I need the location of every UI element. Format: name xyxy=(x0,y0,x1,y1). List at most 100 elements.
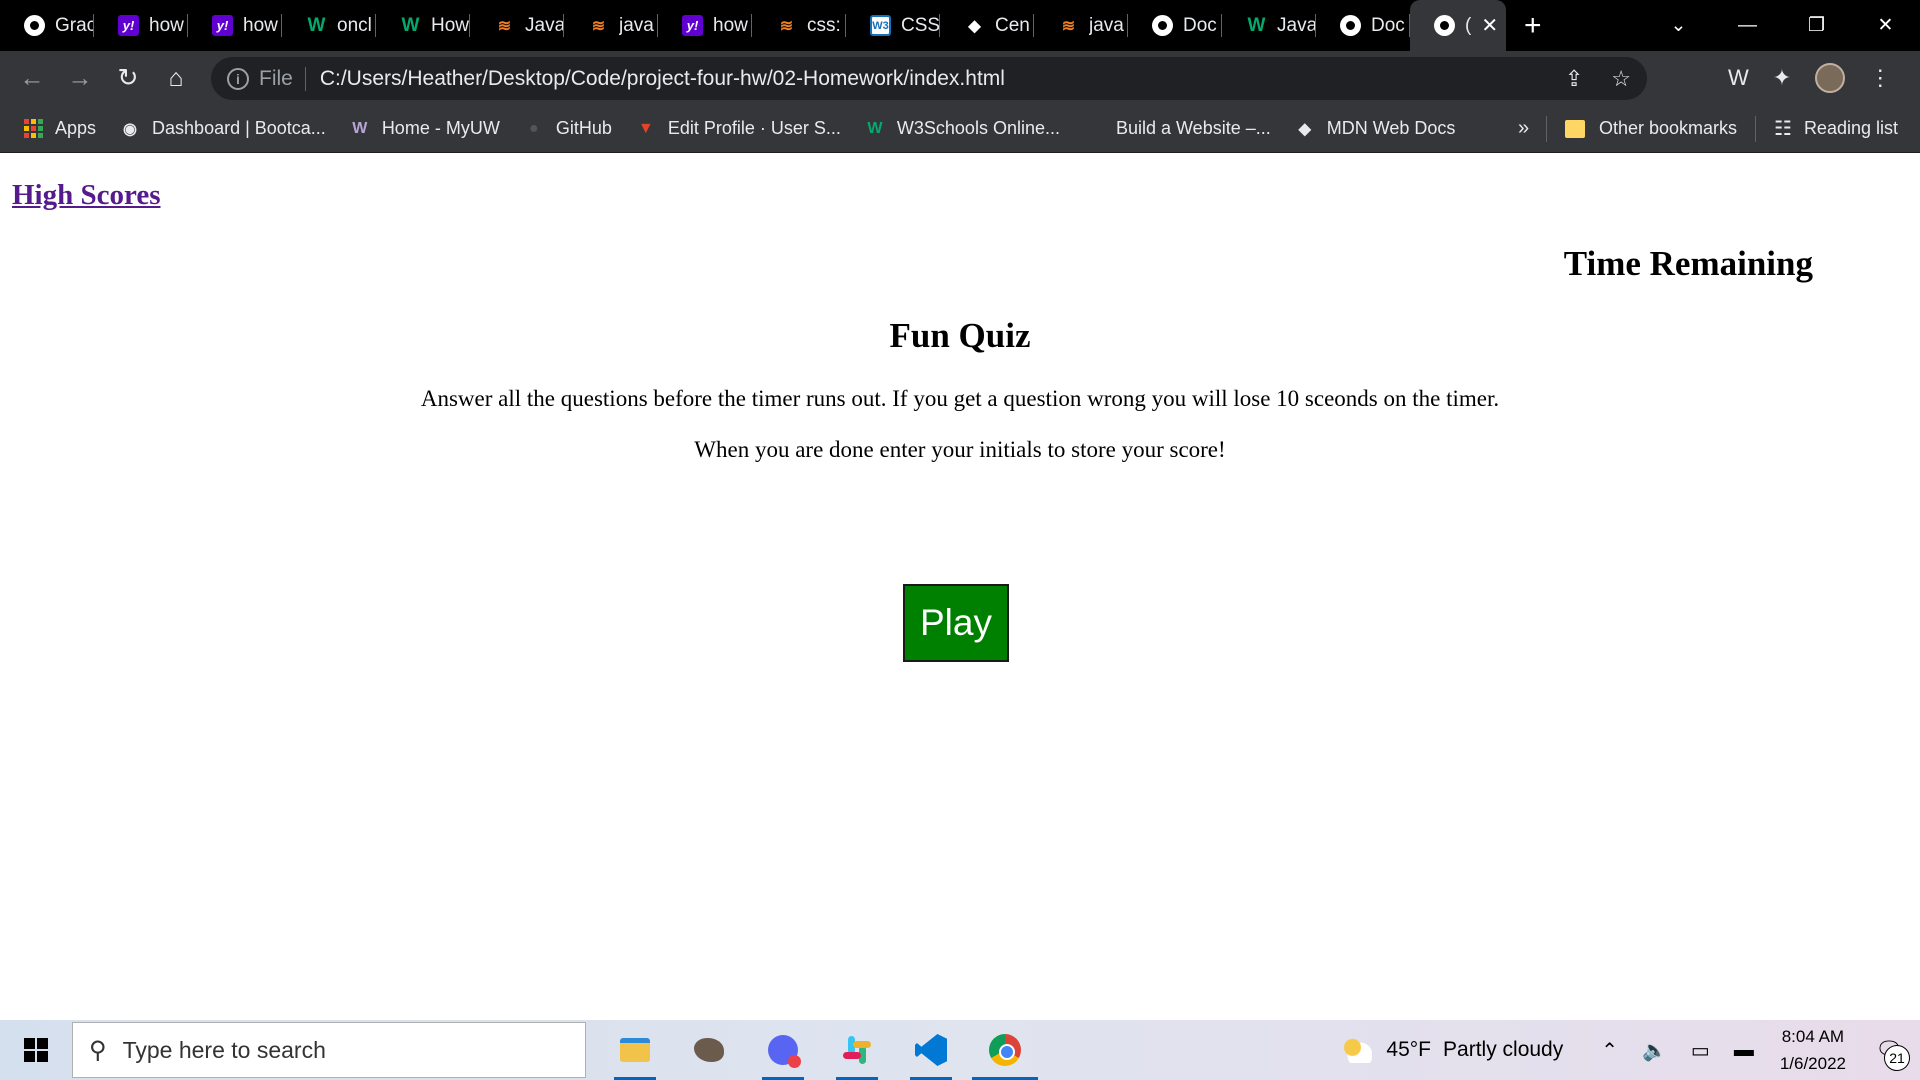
share-icon[interactable]: ⇪ xyxy=(1565,66,1583,92)
volume-icon[interactable]: 🔈 xyxy=(1642,1038,1667,1063)
notification-icon[interactable]: 🗨 21 xyxy=(1866,1027,1912,1073)
high-scores-link[interactable]: High Scores xyxy=(12,179,161,212)
reading-list[interactable]: Reading list xyxy=(1804,118,1898,139)
bookmark-separator xyxy=(1545,115,1547,142)
tab[interactable]: ≋ Java xyxy=(470,0,564,51)
home-icon[interactable]: ⌂ xyxy=(152,64,200,93)
yahoo-icon: y! xyxy=(682,15,703,36)
tab-search-icon[interactable]: ⌄ xyxy=(1644,14,1713,37)
tab[interactable]: Grac xyxy=(0,0,94,51)
profile-avatar[interactable] xyxy=(1815,63,1846,93)
tab-title: ( xyxy=(1465,14,1472,36)
battery-icon[interactable]: ▬ xyxy=(1734,1039,1754,1062)
tab-title: Doc xyxy=(1183,14,1217,36)
forward-icon[interactable]: → xyxy=(56,64,104,93)
stackoverflow-icon: ≋ xyxy=(591,17,606,35)
file-explorer-icon[interactable] xyxy=(598,1020,672,1080)
other-bookmarks[interactable]: Other bookmarks xyxy=(1599,118,1737,139)
minimize-icon[interactable]: — xyxy=(1713,15,1782,37)
extensions-puzzle-icon[interactable]: ✦ xyxy=(1773,65,1791,91)
stackoverflow-icon: ≋ xyxy=(779,17,794,35)
chrome-icon[interactable] xyxy=(968,1020,1042,1080)
bookmark-item[interactable]: ● GitHub xyxy=(524,118,612,139)
intro-text: Answer all the questions before the time… xyxy=(420,386,1500,411)
close-window-icon[interactable]: ✕ xyxy=(1851,14,1920,37)
apps-icon xyxy=(24,119,43,138)
tab[interactable]: y! how xyxy=(658,0,752,51)
tab[interactable]: ≋ css: xyxy=(752,0,846,51)
url-text[interactable]: C:/Users/Heather/Desktop/Code/project-fo… xyxy=(320,67,1005,91)
tab-title: Doc xyxy=(1371,14,1405,36)
clock[interactable]: 8:04 AM 1/6/2022 xyxy=(1780,1023,1846,1077)
bookmark-item[interactable]: Apps xyxy=(24,118,96,139)
notification-badge: 21 xyxy=(1884,1045,1910,1071)
folder-icon xyxy=(1564,119,1585,138)
tab[interactable]: y! how xyxy=(188,0,282,51)
site-info-icon[interactable]: i xyxy=(227,67,249,90)
vscode-icon[interactable] xyxy=(894,1020,968,1080)
bookmark-item[interactable]: Build a Website –... xyxy=(1084,118,1271,139)
tab-title: how xyxy=(713,14,748,36)
meet-now-icon[interactable]: ▭ xyxy=(1691,1038,1710,1063)
close-tab-icon[interactable]: ✕ xyxy=(1481,13,1498,38)
w3schools-icon: W xyxy=(1247,14,1266,36)
github-icon: ● xyxy=(528,119,539,137)
timer-heading: Time Remaining xyxy=(1563,244,1813,283)
tab-title: css: xyxy=(807,14,841,36)
bookmark-item[interactable]: ◉ Dashboard | Bootca... xyxy=(120,118,326,139)
menu-kebab-icon[interactable]: ⋮ xyxy=(1869,65,1891,91)
tab-strip: Grac y! how y! how Woncl W How ≋ Java ≋ java y! how ≋ c… xyxy=(0,0,1920,51)
tab[interactable]: Doc xyxy=(1128,0,1222,51)
tab-active[interactable]: (✕ xyxy=(1410,0,1506,51)
weather-desc[interactable]: Partly cloudy xyxy=(1443,1038,1563,1062)
discord-icon[interactable] xyxy=(746,1020,820,1080)
back-icon[interactable]: ← xyxy=(8,64,56,93)
search-placeholder: Type here to search xyxy=(122,1036,326,1063)
bookmark-star-icon[interactable]: ☆ xyxy=(1611,66,1631,92)
windows-logo-icon xyxy=(24,1038,48,1062)
wappalyzer-icon[interactable]: W xyxy=(1728,65,1749,91)
reload-icon[interactable]: ↻ xyxy=(104,63,152,93)
bookmark-item[interactable]: W Home - MyUW xyxy=(350,118,500,139)
restore-icon[interactable]: ❐ xyxy=(1782,14,1851,37)
new-tab-icon[interactable]: + xyxy=(1524,9,1542,43)
address-bar[interactable]: i File C:/Users/Heather/Desktop/Code/pro… xyxy=(211,57,1647,100)
weather-icon[interactable] xyxy=(1342,1037,1373,1063)
tab[interactable]: y! how xyxy=(94,0,188,51)
cengage-icon: ◆ xyxy=(968,17,981,35)
weather-temp[interactable]: 45°F xyxy=(1386,1038,1431,1062)
w3schools-icon: W xyxy=(401,14,420,36)
globe-icon xyxy=(1434,15,1455,36)
stackoverflow-icon: ≋ xyxy=(1061,17,1076,35)
extension-area: W ✦ ⋮ xyxy=(1728,51,1891,105)
uw-icon: W xyxy=(352,119,368,137)
yahoo-icon: y! xyxy=(118,15,139,36)
bookmark-item[interactable]: ◆ MDN Web Docs xyxy=(1295,118,1456,139)
tab[interactable]: Doc xyxy=(1316,0,1410,51)
bookmark-label: Dashboard | Bootca... xyxy=(152,118,326,138)
tab[interactable]: W Java xyxy=(1222,0,1316,51)
tab[interactable]: ≋ java xyxy=(1034,0,1128,51)
bookmark-item[interactable]: W W3Schools Online... xyxy=(865,118,1060,139)
play-button[interactable]: Play xyxy=(903,584,1009,662)
globe-icon: ◉ xyxy=(123,120,138,138)
tab[interactable]: Woncl xyxy=(282,0,376,51)
globe-icon xyxy=(24,15,45,36)
tab-list: Grac y! how y! how Woncl W How ≋ Java ≋ java y! how ≋ c… xyxy=(0,0,1506,51)
bookmark-label: Home - MyUW xyxy=(381,118,500,138)
tab[interactable]: ◆ Cen xyxy=(940,0,1034,51)
bookmarks-right: Other bookmarks ☷ Reading list xyxy=(1528,115,1898,142)
bookmark-item[interactable]: ▼ Edit Profile · User S... xyxy=(636,118,841,139)
chevron-up-icon[interactable]: ⌃ xyxy=(1601,1038,1618,1063)
tab[interactable]: W How xyxy=(376,0,470,51)
page-content: High Scores Time Remaining Fun Quiz Answ… xyxy=(0,153,1920,1020)
taskbar-search[interactable]: ⚲ Type here to search xyxy=(72,1022,586,1078)
slack-icon[interactable] xyxy=(820,1020,894,1080)
gimp-icon[interactable] xyxy=(672,1020,746,1080)
browser-toolbar: ← → ↻ ⌂ i File C:/Users/Heather/Desktop/… xyxy=(0,51,1920,105)
tab-title: how xyxy=(149,14,184,36)
tab-title: how xyxy=(243,14,278,36)
start-button[interactable] xyxy=(0,1038,72,1062)
tab[interactable]: ≋ java xyxy=(564,0,658,51)
tab[interactable]: W3 CSS: xyxy=(846,0,940,51)
